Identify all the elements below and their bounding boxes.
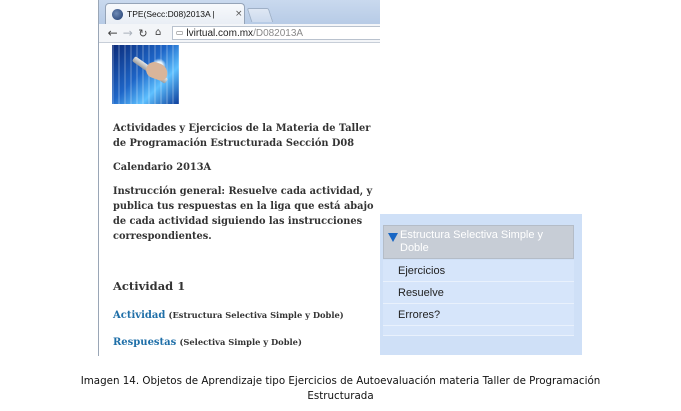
- figure-caption: Imagen 14. Objetos de Aprendizaje tipo E…: [0, 374, 681, 404]
- arrow-left-icon[interactable]: ←: [105, 27, 120, 39]
- triangle-down-icon: [388, 233, 398, 242]
- accordion-header[interactable]: Estructura Selectiva Simple y Doble: [383, 225, 574, 259]
- page-icon: ▭: [175, 28, 184, 37]
- answers-link[interactable]: Respuestas: [113, 337, 176, 348]
- url-path: /D082013A: [253, 27, 304, 39]
- activity-link[interactable]: Actividad: [113, 310, 165, 321]
- arrow-right-icon[interactable]: →: [120, 27, 135, 39]
- menu-item-errores[interactable]: Errores?: [383, 304, 574, 326]
- home-icon[interactable]: ⌂: [151, 28, 166, 38]
- new-tab-button[interactable]: [246, 8, 274, 22]
- tab-strip: TPE(Secc:D08)2013A | ×: [99, 0, 380, 24]
- menu-item-label: Errores?: [398, 308, 441, 321]
- address-bar[interactable]: ▭ lvirtual.com.mx/D082013A: [171, 26, 380, 40]
- tab-title: TPE(Secc:D08)2013A |: [127, 9, 215, 19]
- accordion-panel: Estructura Selectiva Simple y Doble Ejer…: [380, 214, 582, 355]
- answers-link-row: Respuestas (Selectiva Simple y Doble): [113, 335, 302, 350]
- globe-favicon-icon: [112, 8, 123, 20]
- browser-tab[interactable]: TPE(Secc:D08)2013A | ×: [105, 3, 245, 24]
- menu-item-ejercicios[interactable]: Ejercicios: [383, 260, 574, 282]
- page-content: Actividades y Ejercicios de la Materia d…: [99, 43, 380, 356]
- banner-image: [112, 45, 179, 104]
- menu-item-label: Ejercicios: [398, 264, 446, 277]
- answers-note: (Selectiva Simple y Doble): [179, 337, 302, 347]
- calendar-label: Calendario 2013A: [113, 162, 212, 173]
- page-title: Actividades y Ejercicios de la Materia d…: [113, 123, 371, 149]
- reload-icon[interactable]: ↻: [135, 28, 150, 39]
- activity-heading: Actividad 1: [113, 279, 186, 293]
- activity-link-row: Actividad (Estructura Selectiva Simple y…: [113, 308, 344, 323]
- close-tab-icon[interactable]: ×: [235, 9, 243, 19]
- url-host: lvirtual.com.mx: [186, 27, 254, 39]
- caption-line-2: Estructurada: [307, 390, 374, 402]
- menu-item-label: Resuelve: [398, 286, 444, 299]
- menu-item-resuelve[interactable]: Resuelve: [383, 282, 574, 304]
- browser-window: TPE(Secc:D08)2013A | × ← → ↻ ⌂ ▭ lvirtua…: [98, 0, 380, 356]
- general-instruction: Instrucción general: Resuelve cada activ…: [113, 186, 374, 242]
- menu-empty-row: [383, 326, 574, 336]
- caption-line-1: Imagen 14. Objetos de Aprendizaje tipo E…: [80, 375, 601, 387]
- browser-toolbar: ← → ↻ ⌂ ▭ lvirtual.com.mx/D082013A: [99, 24, 380, 43]
- activity-note: (Estructura Selectiva Simple y Doble): [168, 310, 344, 320]
- accordion-header-label: Estructura Selectiva Simple y Doble: [400, 229, 544, 254]
